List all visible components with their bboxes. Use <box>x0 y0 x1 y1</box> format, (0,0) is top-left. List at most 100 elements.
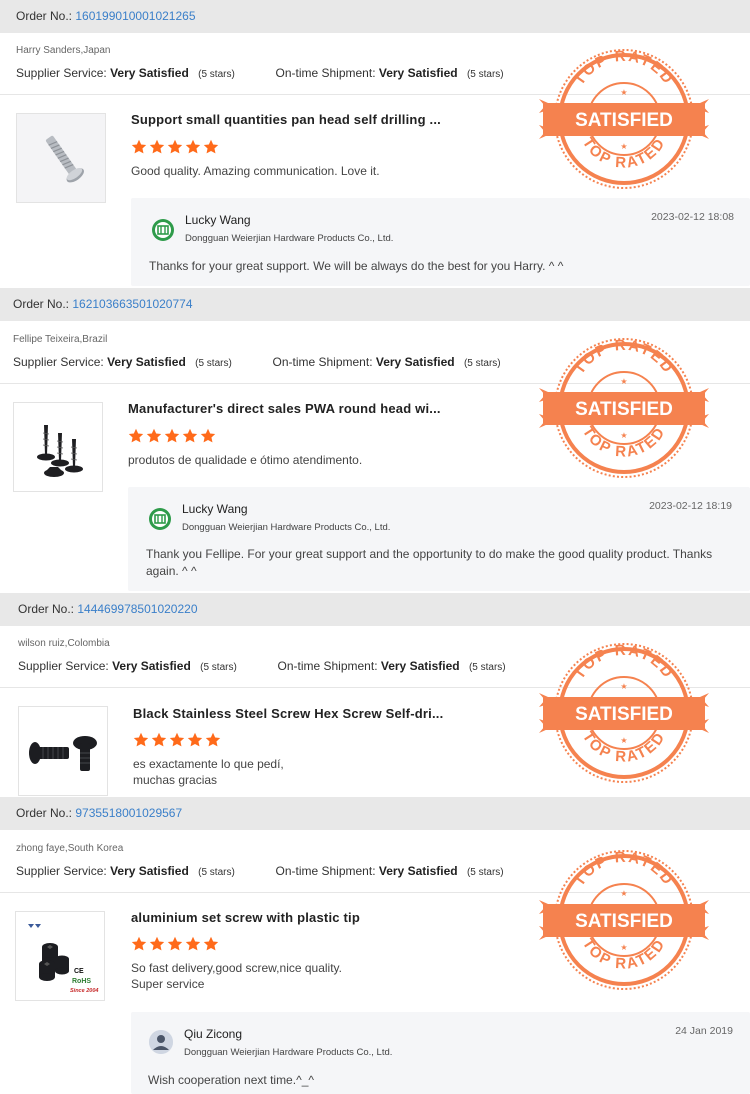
star-icon <box>187 732 203 747</box>
star-icon <box>133 732 149 747</box>
svg-text:★: ★ <box>620 88 627 97</box>
product-title[interactable]: Support small quantities pan head self d… <box>131 112 441 127</box>
svg-text:★: ★ <box>620 377 627 386</box>
supplier-reply: Qiu Zicong Dongguan Weierjian Hardware P… <box>131 1012 750 1094</box>
reply-author: Lucky Wang <box>185 213 251 227</box>
ce-mark: CE <box>74 968 84 975</box>
star-icon <box>151 732 167 747</box>
review-text: So fast delivery,good screw,nice quality… <box>131 961 342 991</box>
star-icon <box>164 428 180 443</box>
review-text: Good quality. Amazing communication. Lov… <box>131 164 380 178</box>
stamp-main-text: SATISFIED <box>575 399 673 420</box>
star-icon <box>185 936 201 951</box>
top-rated-stamp: TOP RATED TOP RATED SATISFIED ★ ★ <box>539 641 709 786</box>
order-number-link[interactable]: 162103663501020774 <box>72 297 192 311</box>
supplier-reply: Lucky Wang Dongguan Weierjian Hardware P… <box>128 487 750 591</box>
star-rating <box>128 428 216 446</box>
svg-text:TOP RATED: TOP RATED <box>579 134 669 171</box>
shipment-label: On-time Shipment: <box>272 355 373 369</box>
star-icon <box>167 139 183 154</box>
stamp-bottom-text: TOP RATED <box>579 423 667 460</box>
user-avatar-icon <box>149 1030 173 1054</box>
star-icon <box>146 428 162 443</box>
shipment-label: On-time Shipment: <box>275 864 376 878</box>
company-logo-icon <box>151 218 175 242</box>
star-icon <box>149 936 165 951</box>
stamp-bottom-text: TOP RATED <box>579 728 667 765</box>
rating-summary: Supplier Service: Very Satisfied (5 star… <box>16 66 504 80</box>
shipment-value: Very Satisfied <box>380 659 460 673</box>
rating-summary: Supplier Service: Very Satisfied (5 star… <box>16 864 504 878</box>
star-rating <box>133 732 221 750</box>
svg-text:★: ★ <box>620 142 627 151</box>
product-title[interactable]: Black Stainless Steel Screw Hex Screw Se… <box>133 706 443 721</box>
stamp-main-text: SATISFIED <box>575 704 673 725</box>
shipment-value: Very Satisfied <box>375 355 455 369</box>
buyer-name: wilson ruiz,Colombia <box>18 638 110 649</box>
stamp-bottom-text: TOP RATED <box>579 134 667 171</box>
svg-text:TOP RATED: TOP RATED <box>579 935 669 972</box>
order-number-link[interactable]: 9735518001029567 <box>75 806 182 820</box>
order-number-label: Order No.: <box>16 9 73 23</box>
order-number-label: Order No.: <box>16 806 73 820</box>
shipment-label: On-time Shipment: <box>277 659 378 673</box>
supplier-service-value: Very Satisfied <box>112 659 191 673</box>
stamp-main-text: SATISFIED <box>575 110 673 131</box>
svg-text:★: ★ <box>620 889 627 898</box>
reply-author: Lucky Wang <box>182 502 248 516</box>
svg-text:★: ★ <box>620 736 627 745</box>
reply-company: Dongguan Weierjian Hardware Products Co.… <box>184 1047 393 1058</box>
svg-text:★: ★ <box>620 431 627 440</box>
product-thumbnail[interactable] <box>16 113 106 203</box>
reply-text: Thanks for your great support. We will b… <box>149 259 564 273</box>
product-thumbnail[interactable]: CE RoHS Since 2004 <box>15 911 105 1001</box>
reply-date: 2023-02-12 18:19 <box>649 500 732 512</box>
supplier-service-stars: (5 stars) <box>200 662 237 673</box>
order-number-bar: Order No.: 9735518001029567 <box>0 797 750 830</box>
buyer-name: Fellipe Teixeira,Brazil <box>13 334 108 345</box>
supplier-service-value: Very Satisfied <box>110 864 189 878</box>
product-thumbnail[interactable] <box>13 402 103 492</box>
product-title[interactable]: aluminium set screw with plastic tip <box>131 910 360 925</box>
supplier-service-label: Supplier Service: <box>18 659 109 673</box>
product-title[interactable]: Manufacturer's direct sales PWA round he… <box>128 401 441 416</box>
rohs-mark: RoHS <box>72 978 92 985</box>
order-number-bar: Order No.: 144469978501020220 <box>0 593 750 626</box>
reply-company: Dongguan Weierjian Hardware Products Co.… <box>185 233 394 244</box>
shipment-stars: (5 stars) <box>468 662 506 673</box>
star-icon <box>182 428 198 443</box>
black-hex-screw-icon <box>19 707 107 795</box>
reply-author: Qiu Zicong <box>184 1027 243 1041</box>
star-icon <box>149 139 165 154</box>
star-icon <box>131 139 147 154</box>
reply-company: Dongguan Weierjian Hardware Products Co.… <box>182 522 391 533</box>
supplier-service-stars: (5 stars) <box>198 69 235 80</box>
shipment-stars: (5 stars) <box>463 358 501 369</box>
order-number-link[interactable]: 144469978501020220 <box>77 602 197 616</box>
star-icon <box>200 428 216 443</box>
star-rating <box>131 139 219 157</box>
order-number-bar: Order No.: 160199010001021265 <box>0 0 750 33</box>
supplier-service-value: Very Satisfied <box>107 355 186 369</box>
top-rated-stamp: TOP RATED TOP RATED SATISFIED ★ ★ <box>539 47 709 192</box>
shipment-stars: (5 stars) <box>466 69 504 80</box>
star-icon <box>131 936 147 951</box>
top-rated-stamp: TOP RATED TOP RATED SATISFIED ★ ★ <box>539 336 709 481</box>
star-icon <box>203 139 219 154</box>
supplier-reply: Lucky Wang Dongguan Weierjian Hardware P… <box>131 198 750 286</box>
buyer-name: Harry Sanders,Japan <box>16 45 111 56</box>
supplier-service-label: Supplier Service: <box>16 66 107 80</box>
star-icon <box>128 428 144 443</box>
rating-summary: Supplier Service: Very Satisfied (5 star… <box>18 659 506 673</box>
stamp-main-text: SATISFIED <box>575 911 673 932</box>
product-thumbnail[interactable] <box>18 706 108 796</box>
order-number-label: Order No.: <box>13 297 70 311</box>
order-number-bar: Order No.: 162103663501020774 <box>0 288 750 321</box>
stamp-bottom-text: TOP RATED <box>579 935 667 972</box>
top-rated-stamp: TOP RATED TOP RATED SATISFIED ★ ★ <box>539 848 709 993</box>
star-icon <box>169 732 185 747</box>
shipment-value: Very Satisfied <box>378 66 458 80</box>
star-icon <box>185 139 201 154</box>
order-number-link[interactable]: 160199010001021265 <box>75 9 195 23</box>
shipment-stars: (5 stars) <box>466 867 504 878</box>
